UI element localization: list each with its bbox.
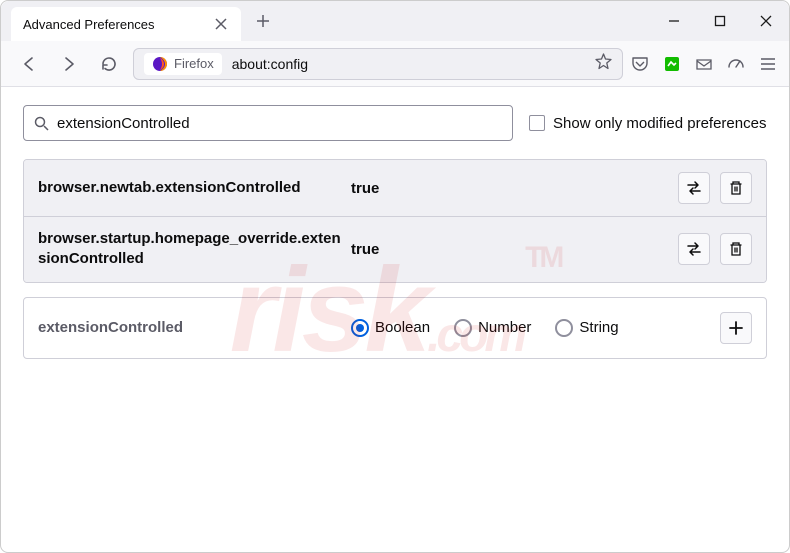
type-radio-group: Boolean Number String <box>351 319 712 337</box>
forward-button[interactable] <box>53 48 85 80</box>
new-preference-row: extensionControlled Boolean Number Strin… <box>23 297 767 359</box>
reload-button[interactable] <box>93 48 125 80</box>
radio-icon[interactable] <box>351 319 369 337</box>
preference-row[interactable]: browser.startup.homepage_override.extens… <box>24 217 766 282</box>
preference-name: browser.startup.homepage_override.extens… <box>38 229 343 270</box>
about-config-content: Show only modified preferences browser.n… <box>1 87 789 377</box>
pocket-icon[interactable] <box>631 55 649 73</box>
checkbox-icon[interactable] <box>529 115 545 131</box>
search-box[interactable] <box>23 105 513 141</box>
new-tab-button[interactable] <box>249 7 277 35</box>
search-input[interactable] <box>57 115 502 132</box>
toggle-button[interactable] <box>678 233 710 265</box>
new-preference-name: extensionControlled <box>38 319 343 336</box>
extension-icon[interactable] <box>663 55 681 73</box>
hamburger-menu-icon[interactable] <box>759 55 777 73</box>
radio-label: String <box>579 319 618 336</box>
toggle-button[interactable] <box>678 172 710 204</box>
identity-label: Firefox <box>174 56 214 71</box>
navigation-toolbar: Firefox about:config <box>1 41 789 87</box>
tab-title: Advanced Preferences <box>23 17 205 32</box>
preference-value: true <box>351 241 670 258</box>
url-text: about:config <box>232 56 585 72</box>
show-modified-checkbox[interactable]: Show only modified preferences <box>529 115 766 132</box>
radio-icon[interactable] <box>454 319 472 337</box>
preference-row[interactable]: browser.newtab.extensionControlled true <box>24 160 766 217</box>
back-button[interactable] <box>13 48 45 80</box>
preference-list: browser.newtab.extensionControlled true … <box>23 159 767 283</box>
maximize-button[interactable] <box>697 1 743 41</box>
search-icon <box>34 116 49 131</box>
close-window-button[interactable] <box>743 1 789 41</box>
firefox-logo-icon <box>152 56 168 72</box>
address-bar[interactable]: Firefox about:config <box>133 48 623 80</box>
delete-button[interactable] <box>720 233 752 265</box>
inbox-icon[interactable] <box>695 55 713 73</box>
type-boolean-radio[interactable]: Boolean <box>351 319 430 337</box>
type-number-radio[interactable]: Number <box>454 319 531 337</box>
titlebar: Advanced Preferences <box>1 1 789 41</box>
browser-tab[interactable]: Advanced Preferences <box>11 7 241 41</box>
radio-icon[interactable] <box>555 319 573 337</box>
radio-label: Boolean <box>375 319 430 336</box>
type-string-radio[interactable]: String <box>555 319 618 337</box>
dashboard-icon[interactable] <box>727 55 745 73</box>
identity-box[interactable]: Firefox <box>144 53 222 75</box>
add-preference-button[interactable] <box>720 312 752 344</box>
close-tab-icon[interactable] <box>213 16 229 32</box>
bookmark-star-icon[interactable] <box>595 53 612 75</box>
preference-name: browser.newtab.extensionControlled <box>38 178 343 198</box>
show-modified-label: Show only modified preferences <box>553 115 766 132</box>
minimize-button[interactable] <box>651 1 697 41</box>
preference-value: true <box>351 180 670 197</box>
delete-button[interactable] <box>720 172 752 204</box>
radio-label: Number <box>478 319 531 336</box>
